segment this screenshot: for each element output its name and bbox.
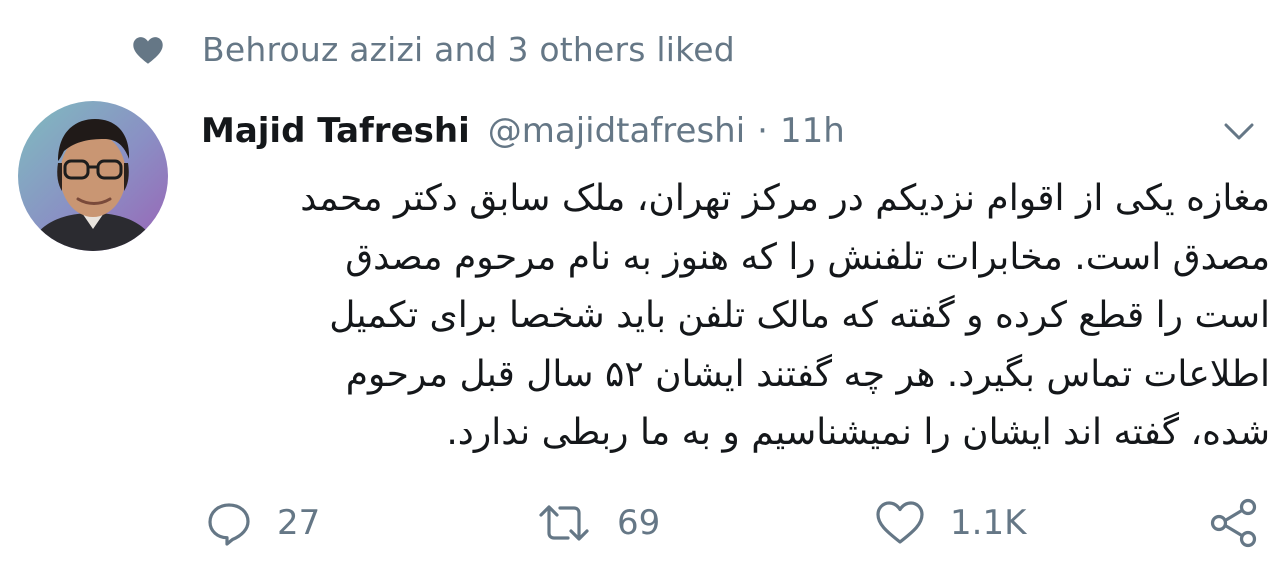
reply-icon <box>208 503 250 546</box>
share-icon <box>1210 498 1257 548</box>
tweet-timestamp[interactable]: 11h <box>780 111 845 151</box>
tweet-text: مغازه یکی از اقوام نزدیکم در مرکز تهران،… <box>210 170 1270 463</box>
retweet-count: 69 <box>617 503 661 543</box>
heart-outline-icon <box>876 501 924 544</box>
share-button[interactable] <box>1208 497 1260 549</box>
tweet-text-line: شده، گفته اند ایشان را نمیشناسیم و به ما… <box>446 412 1270 453</box>
author-name[interactable]: Majid Tafreshi <box>201 111 470 151</box>
social-context-text: Behrouz azizi and 3 others liked <box>202 30 735 69</box>
author-handle[interactable]: @majidtafreshi <box>488 111 745 151</box>
reply-count: 27 <box>277 503 321 543</box>
avatar-image <box>18 101 168 251</box>
tweet-text-line: مصدق است. مخابرات تلفنش را که هنوز به نا… <box>345 236 1270 278</box>
social-context[interactable]: Behrouz azizi and 3 others liked <box>130 30 735 69</box>
heart-icon <box>133 36 163 64</box>
retweet-icon <box>539 505 589 541</box>
tweet-header: Majid Tafreshi @majidtafreshi · 11h <box>201 106 845 156</box>
tweet-text-line: مغازه یکی از اقوام نزدیکم در مرکز تهران،… <box>300 178 1270 219</box>
reply-button[interactable]: 27 <box>205 499 320 547</box>
like-count: 1.1K <box>950 503 1027 543</box>
chevron-down-icon[interactable] <box>1221 116 1257 146</box>
avatar[interactable] <box>18 101 168 251</box>
like-button[interactable]: 1.1K <box>874 499 1026 547</box>
tweet-text-line: است را قطع کرده و گفته که مالک تلفن باید… <box>329 295 1270 336</box>
separator-dot: · <box>757 111 768 151</box>
tweet-actions: 27 69 1.1K <box>0 495 1280 551</box>
retweet-button[interactable]: 69 <box>535 499 660 547</box>
tweet-text-line: اطلاعات تماس بگیرد. هر چه گفتند ایشان ۵۲… <box>345 353 1270 395</box>
